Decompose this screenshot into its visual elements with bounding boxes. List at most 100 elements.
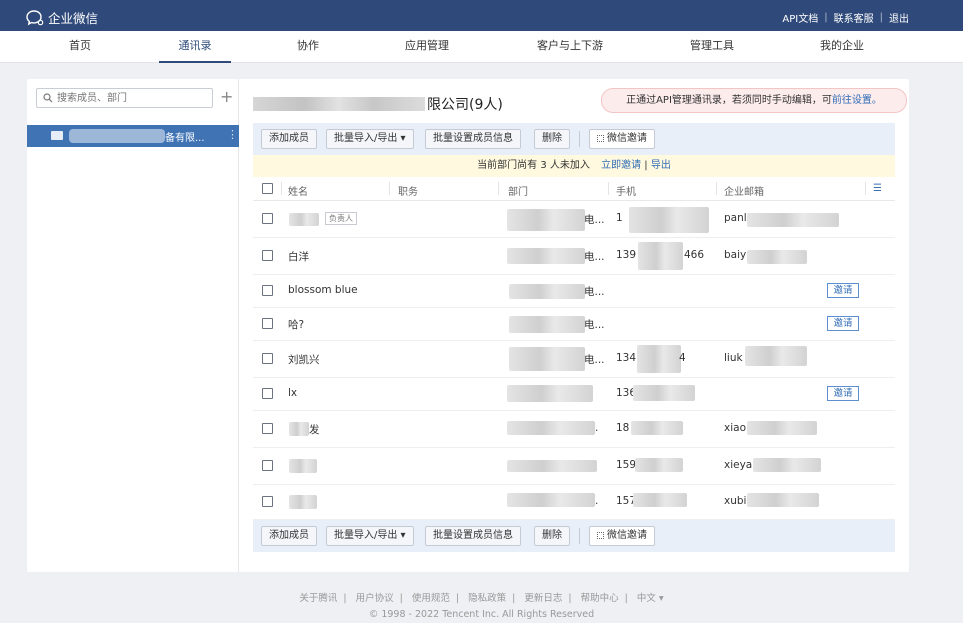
tab-management-tools[interactable]: 管理工具 [679,31,745,63]
table-row[interactable]: . 157 xubi [253,485,895,520]
row-checkbox[interactable] [262,318,273,329]
member-dept: 电... [584,319,605,331]
redacted-text [289,459,317,473]
page-title-text: 限公司(9人) [427,97,503,113]
contact-support-link[interactable]: 联系客服 [834,10,874,25]
table-row[interactable]: lx 136 邀请 [253,378,895,411]
divider [579,528,580,544]
invite-now-link[interactable]: 立即邀请 [601,160,641,171]
wechat-invite-button[interactable]: 微信邀请 [589,526,655,546]
divider [608,182,609,195]
tab-contacts[interactable]: 通讯录 [159,31,231,63]
row-checkbox[interactable] [262,388,273,399]
main-nav: 首页 通讯录 协作 应用管理 客户与上下游 管理工具 我的企业 [0,31,963,63]
footer-link-changelog[interactable]: 更新日志 [524,593,562,604]
api-docs-link[interactable]: API文档 [782,10,818,25]
language-selector[interactable]: 中文 ▾ [637,593,664,604]
notice-settings-link[interactable]: 前往设置。 [832,95,882,106]
tab-my-enterprise[interactable]: 我的企业 [810,31,874,63]
table-row[interactable]: blossom blue 电... 邀请 [253,275,895,308]
row-checkbox[interactable] [262,250,273,261]
redacted-text [507,493,595,507]
footer-link-help[interactable]: 帮助中心 [581,593,619,604]
wechat-invite-label: 微信邀请 [607,133,647,144]
row-checkbox[interactable] [262,460,273,471]
batch-set-button[interactable]: 批量设置成员信息 [425,129,521,149]
batch-set-button[interactable]: 批量设置成员信息 [425,526,521,546]
col-name: 姓名 [288,187,308,198]
invite-button[interactable]: 邀请 [827,386,859,401]
row-checkbox[interactable] [262,213,273,224]
tab-home[interactable]: 首页 [52,31,108,63]
divider: | [399,593,403,604]
wecom-logo-icon [26,9,44,25]
tab-collaboration[interactable]: 协作 [280,31,336,63]
row-checkbox[interactable] [262,285,273,296]
add-icon[interactable]: + [220,88,233,106]
app-logo[interactable]: 企业微信 [26,8,98,27]
batch-import-button[interactable]: 批量导入/导出 ▾ [326,129,414,149]
invite-button[interactable]: 邀请 [827,316,859,331]
member-phone: 139 [616,249,637,261]
tab-app-management[interactable]: 应用管理 [392,31,462,63]
redacted-text [507,385,593,402]
footer-link-privacy[interactable]: 隐私政策 [468,593,506,604]
table-row[interactable]: 哈? 电... 邀请 [253,308,895,341]
redacted-text [629,207,709,233]
tab-customers[interactable]: 客户与上下游 [528,31,612,63]
table-row[interactable]: 159 xieya [253,448,895,485]
batch-import-button[interactable]: 批量导入/导出 ▾ [326,526,414,546]
redacted-text [747,493,819,507]
footer-link-rules[interactable]: 使用规范 [412,593,450,604]
member-email: xubi [724,495,747,507]
delete-button[interactable]: 删除 [534,129,570,149]
invite-bar: 当前部门尚有 3 人未加入 立即邀请 | 导出 [253,155,895,177]
member-dept: . [595,422,599,434]
row-checkbox[interactable] [262,423,273,434]
member-name: 白洋 [288,251,309,263]
contacts-panel: + 备有限... ⋮ 限公司(9人) 正通过API管理通讯录，若须同时手动编辑，… [27,79,909,572]
wechat-invite-label: 微信邀请 [607,530,647,541]
table-row[interactable]: 负责人 电... 1 panl [253,201,895,238]
toolbar-bottom: 添加成员 批量导入/导出 ▾ 批量设置成员信息 删除 微信邀请 [253,520,895,552]
member-name: 哈? [288,319,305,331]
footer-link-about[interactable]: 关于腾讯 [299,593,337,604]
footer-link-agreement[interactable]: 用户协议 [356,593,394,604]
divider [865,182,866,195]
divider [716,182,717,195]
col-department: 部门 [508,187,528,198]
leader-badge: 负责人 [325,212,357,225]
search-box[interactable] [36,88,213,108]
invite-button[interactable]: 邀请 [827,283,859,298]
sidebar-item-department[interactable]: 备有限... ⋮ [27,125,239,147]
divider [579,131,580,147]
row-checkbox[interactable] [262,496,273,507]
wechat-invite-button[interactable]: 微信邀请 [589,129,655,149]
redacted-text [507,209,585,231]
folder-icon [51,131,63,140]
divider [281,182,282,195]
redacted-text [507,421,595,435]
search-input[interactable] [57,91,207,105]
footer: 关于腾讯 | 用户协议 | 使用规范 | 隐私政策 | 更新日志 | 帮助中心 | 中文 ▾… [0,590,963,620]
toolbar-top: 添加成员 批量导入/导出 ▾ 批量设置成员信息 删除 微信邀请 [253,123,895,155]
table-row[interactable]: 刘凯兴 电... 134 4 liuk [253,341,895,378]
delete-button[interactable]: 删除 [534,526,570,546]
export-link[interactable]: 导出 [651,160,671,171]
add-member-button[interactable]: 添加成员 [261,526,317,546]
select-all-checkbox[interactable] [262,183,273,194]
notice-text: 正通过API管理通讯录，若须同时手动编辑，可 [626,95,832,106]
divider: | [644,160,648,171]
row-checkbox[interactable] [262,353,273,364]
table-row[interactable]: 发 . 18 xiao [253,411,895,448]
table-row[interactable]: 白洋 电... 139 466 baiy [253,238,895,275]
member-name: 负责人 [321,212,357,225]
redacted-text [753,458,821,472]
more-icon[interactable]: ⋮ [227,128,238,141]
member-email: xiao [724,422,746,434]
col-email: 企业邮箱 [724,187,764,198]
add-member-button[interactable]: 添加成员 [261,129,317,149]
logout-link[interactable]: 退出 [889,10,909,25]
member-phone: 1 [616,212,623,224]
column-settings-icon[interactable]: ☰ [873,183,882,194]
